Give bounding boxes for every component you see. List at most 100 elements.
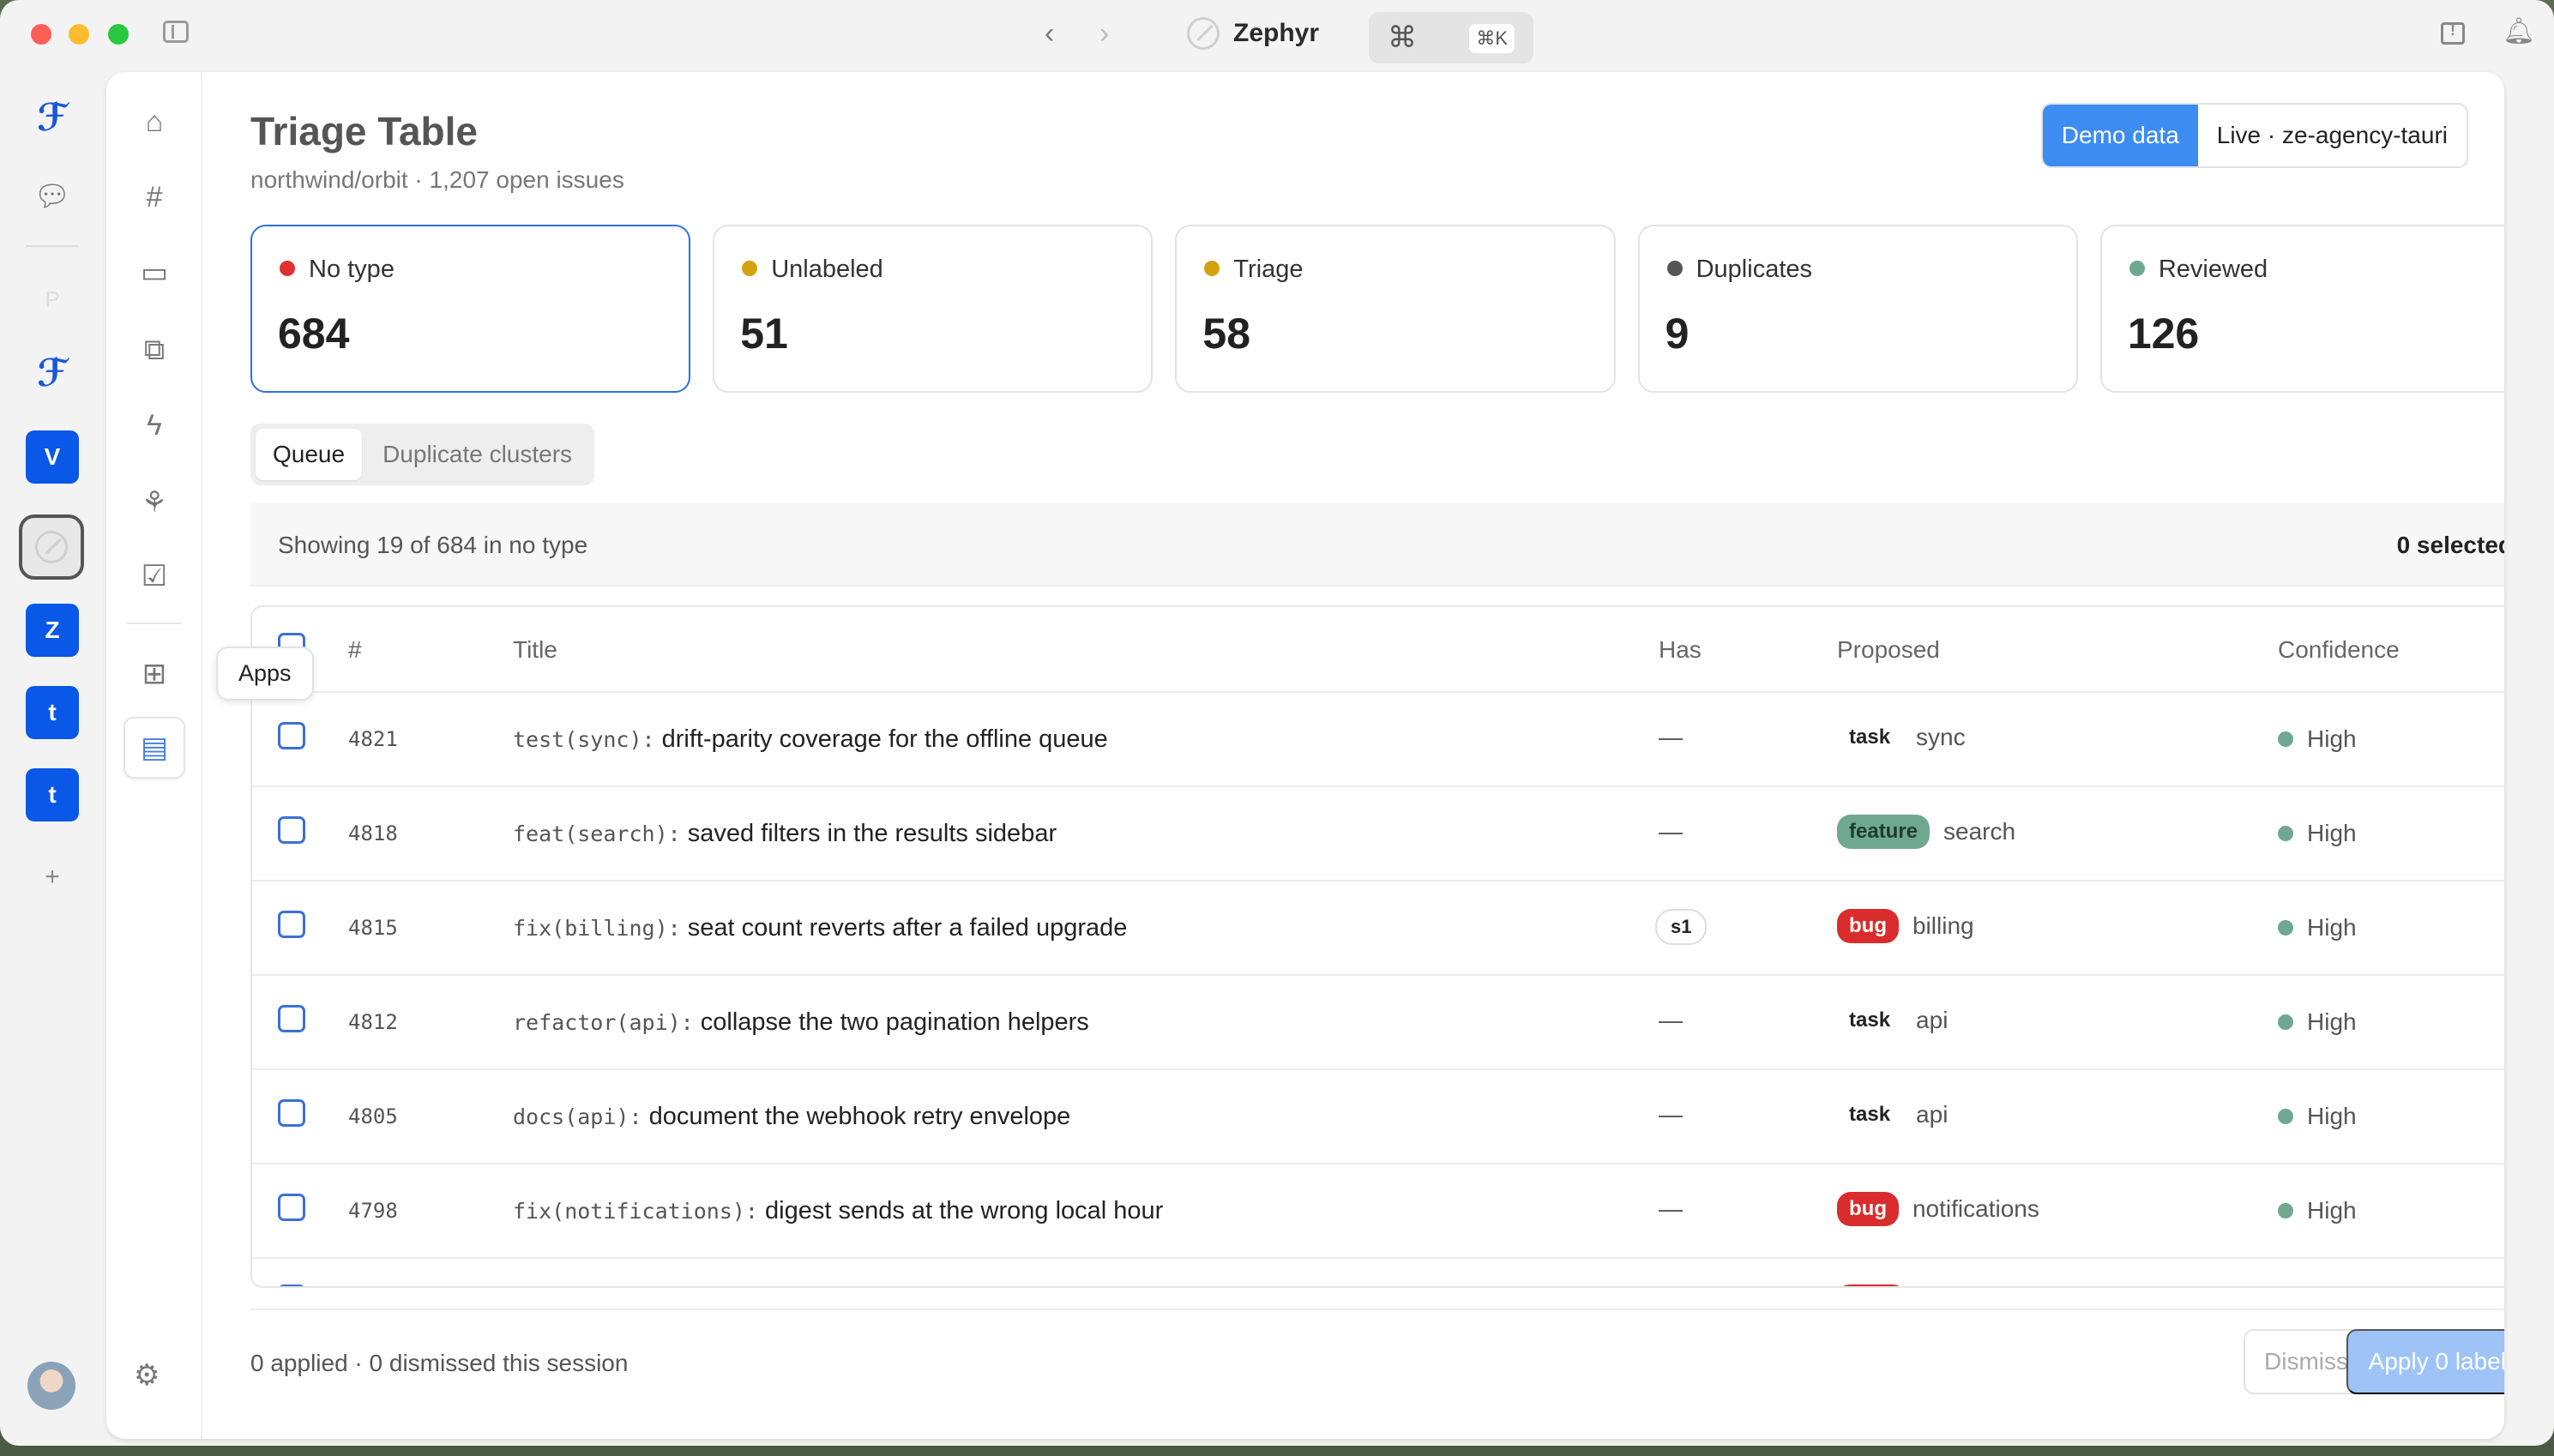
column-header-confidence: Confidence (2278, 636, 2400, 663)
table-row-partial[interactable] (252, 1259, 2504, 1286)
tab-queue[interactable]: Queue (256, 429, 363, 480)
confidence-cell: High (2278, 1103, 2357, 1130)
issue-title[interactable]: fix(billing): seat count reverts after a… (513, 914, 1127, 942)
label-badge[interactable]: task (1837, 1098, 1902, 1132)
issue-title[interactable]: test(sync): drift-parity coverage for th… (513, 725, 1108, 754)
live-data-button[interactable]: Live · ze-agency-tauri (2197, 105, 2467, 166)
stat-label: Unlabeled (771, 256, 883, 283)
issue-prefix: fix(notifications): (513, 1199, 758, 1224)
label-badge[interactable]: bug (1837, 909, 1899, 943)
table-row[interactable]: 4818 feat(search): saved filters in the … (252, 787, 2504, 881)
tab-duplicate-clusters[interactable]: Duplicate clusters (365, 429, 589, 480)
has-severity-pill: s1 (1655, 909, 1708, 945)
back-arrow-icon[interactable]: ‹ (1045, 19, 1054, 48)
flow-icon[interactable]: ⧉ (132, 328, 177, 372)
confidence-dot (2278, 1203, 2293, 1218)
row-checkbox[interactable] (278, 722, 305, 749)
stat-card-no-type[interactable]: No type 684 (250, 225, 691, 393)
workspace-letter: V (26, 430, 79, 484)
workspace-v[interactable]: V (26, 430, 79, 484)
workspace-z[interactable]: Z (26, 604, 79, 657)
stat-label: Reviewed (2158, 256, 2268, 283)
issue-title-text: drift-parity coverage for the offline qu… (661, 725, 1108, 753)
row-checkbox[interactable] (278, 1005, 305, 1032)
stat-value: 51 (740, 310, 788, 358)
confidence-cell: High (2278, 1008, 2357, 1036)
table-row[interactable]: 4812 refactor(api): collapse the two pag… (252, 976, 2504, 1070)
sidebar-toggle-icon[interactable] (163, 21, 189, 43)
stat-value: 684 (278, 310, 350, 358)
confidence-cell: High (2278, 820, 2357, 847)
row-checkbox[interactable] (278, 911, 305, 938)
row-checkbox[interactable] (278, 1099, 305, 1127)
issue-title-text: collapse the two pagination helpers (700, 1008, 1089, 1036)
issue-title[interactable]: refactor(api): collapse the two paginati… (513, 1008, 1089, 1037)
feedback-icon[interactable] (2441, 22, 2465, 45)
close-window-button[interactable] (31, 24, 51, 45)
workspace-zephyr-selected[interactable] (19, 514, 84, 580)
zephyr-logo-icon (35, 531, 68, 563)
row-checkbox[interactable] (278, 1194, 305, 1221)
table-row[interactable]: 4805 docs(api): document the webhook ret… (252, 1070, 2504, 1164)
issue-prefix: docs(api): (513, 1104, 642, 1129)
workspace-placeholder: P (45, 286, 60, 312)
feather-workspace-icon[interactable]: ℱ (26, 346, 79, 400)
forward-arrow-icon[interactable]: › (1099, 19, 1109, 48)
feather-logo-icon[interactable]: ℱ (26, 91, 79, 144)
minimize-window-button[interactable] (69, 24, 89, 45)
chat-bubble-icon[interactable]: 💬︎ (26, 170, 79, 223)
stat-card-triage[interactable]: Triage 58 (1175, 225, 1616, 393)
action-footer: 0 applied · 0 dismissed this session Dis… (250, 1309, 2504, 1411)
label-badge[interactable]: feature (1837, 815, 1931, 849)
workspace-t-1[interactable]: t (26, 686, 79, 739)
zoom-window-button[interactable] (108, 24, 129, 45)
proposed-labels: feature search (1837, 815, 2015, 849)
apply-labels-button[interactable]: Apply 0 labels (2346, 1329, 2504, 1394)
table-row[interactable]: 4815 fix(billing): seat count reverts af… (252, 881, 2504, 976)
user-avatar[interactable] (27, 1362, 75, 1410)
row-checkbox[interactable] (278, 816, 305, 844)
area-label: search (1943, 818, 2016, 845)
window-icon[interactable]: ▤ (123, 717, 185, 779)
proposed-labels: bug notifications (1837, 1192, 2039, 1226)
stat-card-duplicates[interactable]: Duplicates 9 (1637, 225, 2078, 393)
issue-number: 4805 (348, 1104, 398, 1128)
command-palette-button[interactable]: ⌘ ⌘K (1369, 12, 1533, 63)
command-key-icon: ⌘ (1388, 21, 1417, 54)
workspace-letter: t (26, 686, 79, 739)
folder-icon[interactable]: ▭ (132, 250, 177, 295)
bell-icon[interactable]: 🔔︎ (2503, 19, 2535, 45)
row-checkbox[interactable] (278, 1285, 305, 1286)
workspace-letter: Z (26, 604, 79, 657)
gear-icon[interactable]: ⚙ (134, 1358, 160, 1393)
issue-title-text: saved filters in the results sidebar (687, 820, 1057, 847)
workspace-t-2[interactable]: t (26, 768, 79, 821)
stat-card-unlabeled[interactable]: Unlabeled 51 (713, 225, 1154, 393)
apps-icon[interactable]: ⊞ (132, 652, 177, 696)
label-badge[interactable]: bug (1837, 1192, 1899, 1226)
issue-number: 4821 (348, 727, 398, 751)
bolt-icon[interactable]: ϟ (132, 403, 177, 448)
stat-value: 58 (1202, 310, 1251, 358)
label-badge[interactable]: task (1837, 1003, 1902, 1038)
issue-title[interactable]: fix(notifications): digest sends at the … (513, 1197, 1163, 1225)
sprout-icon[interactable]: ⚘ (132, 480, 177, 525)
table-row[interactable]: 4798 fix(notifications): digest sends at… (252, 1164, 2504, 1259)
home-icon[interactable]: ⌂ (132, 99, 177, 144)
table-row[interactable]: 4821 test(sync): drift-parity coverage f… (252, 693, 2504, 787)
demo-data-button[interactable]: Demo data (2042, 105, 2198, 166)
issue-title[interactable]: feat(search): saved filters in the resul… (513, 820, 1057, 848)
hash-icon[interactable]: # (132, 175, 177, 220)
checkbox-icon[interactable]: ☑ (132, 554, 177, 599)
has-value: — (1659, 1195, 1683, 1222)
add-workspace-button[interactable]: + (26, 851, 79, 904)
app-name: Zephyr (1233, 19, 1320, 47)
confidence-cell: High (2278, 725, 2357, 753)
status-dot (1666, 261, 1683, 276)
issue-title[interactable]: docs(api): document the webhook retry en… (513, 1103, 1070, 1131)
stat-card-reviewed[interactable]: Reviewed 126 (2099, 225, 2504, 393)
confidence-cell: High (2278, 914, 2357, 942)
issue-prefix: feat(search): (513, 821, 681, 846)
label-badge[interactable]: task (1837, 720, 1902, 755)
app-window: ‹ › Zephyr ⌘ ⌘K 🔔︎ ℱ 💬︎ P ℱ V Z t t + ⌂ … (0, 0, 2554, 1446)
